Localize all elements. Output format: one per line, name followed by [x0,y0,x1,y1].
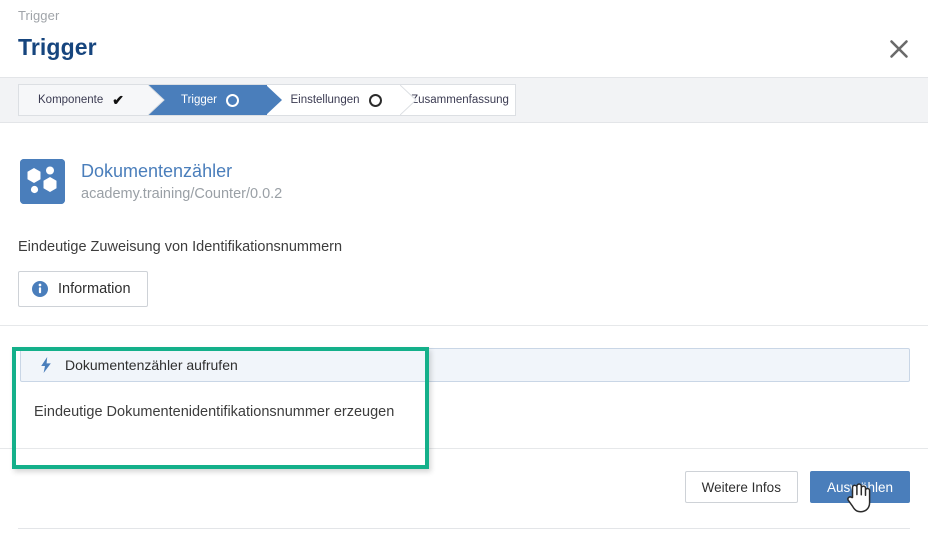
info-icon [32,281,48,297]
stepper-step-label: Komponente [38,94,104,106]
wizard-stepper: Komponente ✔ Trigger Einstellungen Zusam… [0,78,928,123]
component-title: Dokumentenzähler [81,161,233,181]
lightning-bolt-icon [40,357,52,373]
trigger-description: Eindeutige Dokumentenidentifikationsnumm… [34,404,395,420]
select-button[interactable]: Auswählen [809,471,910,503]
dialog-bottom-edge [18,528,910,529]
more-info-button[interactable]: Weitere Infos [684,471,798,503]
stepper-step-einstellungen[interactable]: Einstellungen [267,85,417,115]
component-description: Eindeutige Zuweisung von Identifikations… [18,239,343,255]
stepper-step-label: Zusammenfassung [411,94,509,106]
check-icon: ✔ [112,92,124,108]
component-summary: Dokumentenzähler academy.training/Counte… [20,159,282,204]
information-button-label: Information [58,281,131,297]
dialog-footer: Weitere Infos Auswählen [0,448,928,535]
page-title: Trigger [18,34,97,60]
trigger-dialog: Trigger Trigger Komponente ✔ Trigger Ein… [0,0,928,535]
trigger-list-item-label: Dokumentenzähler aufrufen [65,357,238,373]
circle-icon [368,93,382,107]
trigger-list: Dokumentenzähler aufrufen Eindeutige Dok… [20,348,910,420]
component-hexagons-icon [20,159,65,204]
step-divider-arrow [266,85,283,115]
breadcrumb: Trigger [18,8,60,23]
component-texts: Dokumentenzähler academy.training/Counte… [81,159,282,203]
step-divider-arrow [400,85,417,115]
section-divider [0,325,928,326]
footer-actions: Weitere Infos Auswählen [684,471,910,503]
component-identifier: academy.training/Counter/0.0.2 [81,185,283,202]
stepper-step-komponente[interactable]: Komponente ✔ [19,85,165,115]
step-divider-arrow [148,85,165,115]
close-button[interactable] [882,32,916,66]
trigger-list-item-selected[interactable]: Dokumentenzähler aufrufen [20,348,910,382]
close-icon [888,38,910,60]
circle-icon [226,93,239,107]
stepper-step-label: Einstellungen [290,94,360,106]
stepper-step-label: Trigger [181,94,217,106]
stepper-step-trigger[interactable]: Trigger [149,85,282,115]
stepper-step-zusammenfassung[interactable]: Zusammenfassung [401,85,515,115]
information-button[interactable]: Information [18,271,148,307]
dialog-header: Trigger Trigger [0,0,928,78]
